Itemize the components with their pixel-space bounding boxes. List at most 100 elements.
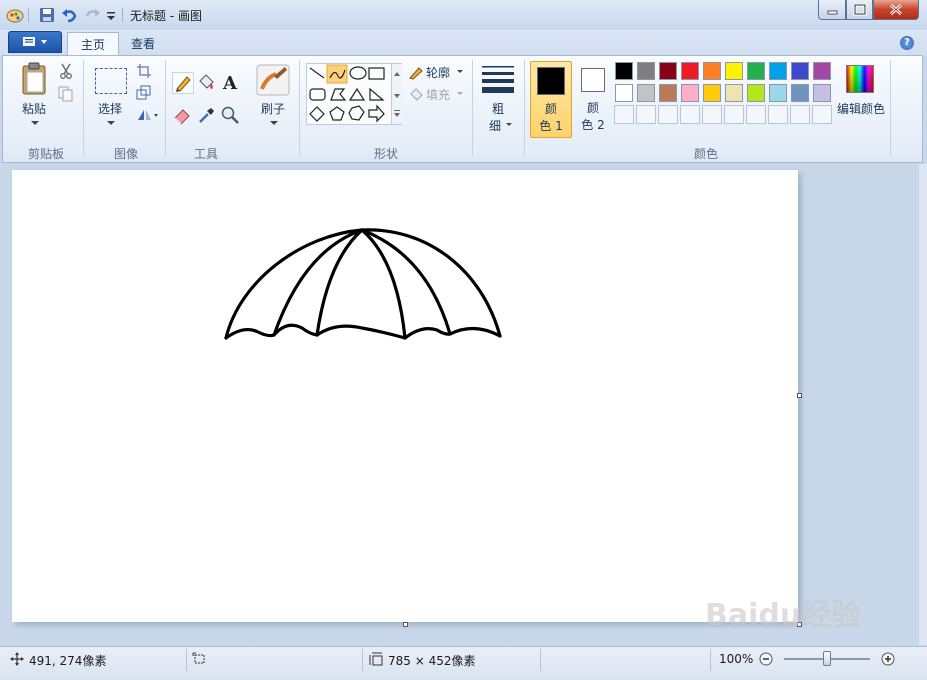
palette-custom-slot[interactable]: [812, 105, 832, 124]
tools-group-label: 工具: [193, 147, 218, 161]
customize-qa-icon[interactable]: [104, 6, 122, 24]
palette-swatch[interactable]: [769, 84, 787, 102]
palette-swatch[interactable]: [637, 84, 655, 102]
paste-button[interactable]: 粘贴: [16, 62, 52, 132]
baidu-watermark: Baidu经验: [705, 598, 862, 633]
minimize-button[interactable]: [818, 0, 846, 20]
group-separator: [165, 60, 166, 156]
color1-label-top: 颜: [544, 102, 557, 116]
color2-label-bottom: 色 2: [581, 118, 605, 132]
status-separator: [186, 649, 187, 671]
close-button[interactable]: [873, 0, 919, 20]
palette-swatch[interactable]: [659, 62, 677, 80]
palette-swatch[interactable]: [615, 62, 633, 80]
save-icon[interactable]: [38, 6, 56, 24]
palette-custom-slot[interactable]: [702, 105, 722, 124]
palette-swatch[interactable]: [637, 62, 655, 80]
palette-custom-slot[interactable]: [746, 105, 766, 124]
status-separator: [710, 649, 711, 671]
umbrella-drawing: [224, 228, 502, 340]
palette-swatch[interactable]: [615, 84, 633, 102]
group-separator: [890, 60, 891, 156]
select-label: 选择: [97, 102, 122, 116]
tab-home[interactable]: 主页: [67, 32, 120, 56]
shapes-scroll[interactable]: [391, 64, 402, 124]
cursor-position-icon: [10, 652, 24, 666]
palette-swatch[interactable]: [703, 84, 721, 102]
select-button[interactable]: 选择: [92, 62, 128, 132]
group-separator: [524, 60, 525, 156]
qa-separator-2: [122, 8, 123, 22]
edit-colors-button[interactable]: 编辑颜色: [836, 62, 886, 132]
resize-handle-right[interactable]: [797, 393, 802, 398]
palette-custom-slot[interactable]: [636, 105, 656, 124]
brushes-label: 刷子: [260, 102, 285, 116]
palette-swatch[interactable]: [747, 62, 765, 80]
palette-swatch[interactable]: [681, 62, 699, 80]
copy-icon[interactable]: [58, 86, 74, 102]
zoom-level: 100%: [719, 652, 754, 666]
palette-swatch[interactable]: [725, 84, 743, 102]
magnifier-icon[interactable]: [220, 105, 242, 127]
palette-swatch[interactable]: [747, 84, 765, 102]
palette-swatch[interactable]: [703, 62, 721, 80]
paint-menu-button[interactable]: [8, 31, 62, 53]
outline-button[interactable]: 轮廓: [408, 64, 468, 80]
palette-custom-slot[interactable]: [790, 105, 810, 124]
shapes-group-label: 形状: [373, 147, 398, 161]
pencil-icon[interactable]: [172, 72, 194, 94]
palette-swatch[interactable]: [791, 84, 809, 102]
brushes-button[interactable]: 刷子: [254, 62, 292, 132]
palette-swatch[interactable]: [769, 62, 787, 80]
palette-swatch[interactable]: [813, 84, 831, 102]
color2-swatch: [581, 68, 605, 92]
color2-button[interactable]: 颜 色 2: [574, 61, 612, 138]
palette-custom-slot[interactable]: [724, 105, 744, 124]
fill-label: 填充: [426, 88, 451, 102]
group-separator: [83, 60, 84, 156]
shapes-gallery[interactable]: [306, 63, 402, 125]
palette-custom-slot[interactable]: [768, 105, 788, 124]
eraser-icon[interactable]: [172, 105, 194, 127]
palette-swatch[interactable]: [681, 84, 699, 102]
edit-colors-label: 编辑颜色: [836, 102, 885, 116]
crop-icon[interactable]: [136, 63, 152, 79]
group-separator: [472, 60, 473, 156]
color-picker-icon[interactable]: [196, 105, 218, 127]
palette-swatch[interactable]: [813, 62, 831, 80]
paint-app-icon[interactable]: [6, 6, 24, 24]
palette-swatch[interactable]: [791, 62, 809, 80]
help-icon[interactable]: ?: [900, 36, 914, 50]
text-icon[interactable]: A: [220, 72, 242, 94]
resize-icon[interactable]: [136, 85, 152, 101]
tab-view[interactable]: 查看: [118, 32, 168, 56]
drawing-canvas[interactable]: [12, 170, 798, 622]
zoom-out-button[interactable]: [759, 652, 773, 666]
fill-button[interactable]: 填充: [408, 86, 468, 102]
status-separator: [362, 649, 363, 671]
resize-handle-bottom[interactable]: [403, 622, 408, 627]
qa-separator: [28, 8, 29, 22]
size-button[interactable]: 粗 细: [478, 62, 518, 134]
undo-icon[interactable]: [60, 6, 78, 24]
paste-label: 粘贴: [21, 102, 46, 116]
cut-icon[interactable]: [58, 63, 74, 79]
window-title: 无标题 - 画图: [130, 9, 202, 23]
zoom-in-button[interactable]: [881, 652, 895, 666]
zoom-slider-thumb[interactable]: [823, 651, 831, 666]
colors-group-label: 颜色: [693, 147, 718, 161]
palette-custom-slot[interactable]: [614, 105, 634, 124]
canvas-size: 785 × 452像素: [388, 654, 476, 668]
palette-swatch[interactable]: [725, 62, 743, 80]
vertical-scrollbar[interactable]: [919, 164, 927, 645]
palette-custom-slot[interactable]: [680, 105, 700, 124]
fill-bucket-icon[interactable]: [196, 72, 218, 94]
rotate-icon[interactable]: [136, 107, 160, 123]
image-group-label: 图像: [113, 147, 138, 161]
maximize-button[interactable]: [846, 0, 873, 20]
palette-custom-slot[interactable]: [658, 105, 678, 124]
size-label-top: 粗: [491, 102, 504, 116]
palette-swatch[interactable]: [659, 84, 677, 102]
redo-icon[interactable]: [84, 6, 102, 24]
color1-button[interactable]: 颜 色 1: [530, 61, 572, 138]
